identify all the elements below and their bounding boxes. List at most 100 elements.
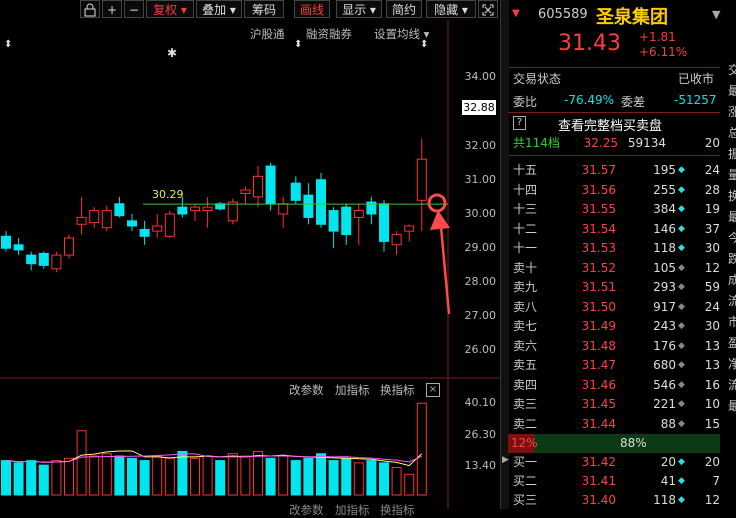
volume-bar[interactable]	[290, 460, 301, 496]
xianshi-dropdown[interactable]: 显示 ▾	[336, 0, 382, 18]
candle[interactable]	[51, 254, 62, 270]
ask-row[interactable]: 十五 31.57 195 ◆ 24	[508, 161, 720, 180]
zoom-in-button[interactable]: +	[102, 0, 122, 18]
volume-bar[interactable]	[240, 455, 251, 496]
fuquan-dropdown[interactable]: 复权 ▾	[146, 0, 194, 18]
yincang-dropdown[interactable]: 隐藏 ▾	[426, 0, 476, 18]
zoom-out-button[interactable]: −	[124, 0, 144, 18]
candle[interactable]	[101, 210, 112, 229]
volume-bar[interactable]	[265, 457, 276, 496]
arrow-down-icon[interactable]: ▼	[512, 8, 520, 19]
ask-row[interactable]: 卖三 31.45 221 ◆ 10	[508, 395, 720, 414]
ask-row[interactable]: 十一 31.53 118 ◆ 30	[508, 239, 720, 258]
candle[interactable]	[303, 194, 314, 218]
volume-bar[interactable]	[202, 455, 213, 496]
volume-bar[interactable]	[341, 457, 352, 496]
ask-row[interactable]: 十四 31.56 255 ◆ 28	[508, 181, 720, 200]
candle[interactable]	[13, 244, 24, 251]
volume-bar[interactable]	[76, 430, 87, 496]
ask-row[interactable]: 卖二 31.44 88 ◆ 15	[508, 415, 720, 434]
candle[interactable]	[89, 210, 100, 224]
candle[interactable]	[353, 210, 364, 218]
ask-row[interactable]: 卖七 31.49 243 ◆ 30	[508, 317, 720, 336]
volume-bar[interactable]	[404, 473, 415, 496]
candle[interactable]	[114, 203, 125, 217]
volume-bar[interactable]	[38, 464, 49, 496]
candle[interactable]	[190, 206, 200, 212]
volume-bar[interactable]	[101, 453, 112, 496]
ask-row[interactable]: 卖九 31.51 293 ◆ 59	[508, 278, 720, 297]
candle[interactable]	[265, 165, 276, 205]
candle[interactable]	[26, 254, 37, 265]
candle[interactable]	[76, 216, 87, 225]
candle[interactable]	[227, 201, 238, 222]
volume-bar[interactable]	[366, 460, 377, 496]
candle[interactable]	[253, 175, 263, 198]
ask-row[interactable]: 卖八 31.50 917 ◆ 24	[508, 298, 720, 317]
collapse-icon[interactable]	[478, 0, 498, 18]
candle[interactable]	[278, 203, 289, 215]
full-book-link[interactable]: 查看完整档买卖盘	[558, 115, 662, 134]
candle[interactable]	[416, 158, 427, 201]
lock-icon[interactable]	[80, 0, 100, 18]
volume-bar[interactable]	[177, 450, 188, 496]
jianyue-button[interactable]: 简约	[386, 0, 422, 18]
volume-bar[interactable]	[13, 462, 24, 496]
volume-bar[interactable]	[227, 453, 238, 496]
huaxian-button[interactable]: 画线	[294, 0, 330, 18]
candle[interactable]	[240, 189, 251, 194]
volume-bar[interactable]	[416, 402, 427, 496]
volume-bar[interactable]	[190, 457, 200, 496]
volume-bar[interactable]	[215, 460, 226, 496]
candle[interactable]	[341, 206, 352, 236]
bid-row[interactable]: 买三 31.40 118 ◆ 12	[508, 491, 720, 510]
candle[interactable]	[64, 237, 74, 256]
volume-bar[interactable]	[391, 466, 402, 496]
candle[interactable]	[316, 179, 326, 225]
candle[interactable]	[202, 206, 213, 212]
ask-row[interactable]: 卖六 31.48 176 ◆ 13	[508, 337, 720, 356]
ask-row[interactable]: 卖五 31.47 680 ◆ 13	[508, 356, 720, 375]
volume-bar[interactable]	[253, 450, 263, 496]
ask-row[interactable]: 卖四 31.46 546 ◆ 16	[508, 376, 720, 395]
volume-bar[interactable]	[127, 457, 137, 496]
ask-row[interactable]: 卖十 31.52 105 ◆ 12	[508, 259, 720, 278]
candle[interactable]	[290, 182, 301, 201]
volume-bar[interactable]	[164, 457, 175, 496]
candle[interactable]	[379, 203, 389, 242]
volume-bar[interactable]	[89, 455, 100, 496]
candle[interactable]	[152, 225, 163, 232]
candle[interactable]	[38, 252, 49, 266]
kline-chart[interactable]: 30.29 ⬍ ✱ ⬍ ⬍	[0, 20, 500, 509]
volume-bar[interactable]	[278, 455, 289, 496]
volume-bar[interactable]	[51, 460, 62, 496]
chouma-button[interactable]: 筹码	[244, 0, 284, 18]
bid-row[interactable]: 买二 31.41 41 ◆ 7	[508, 472, 720, 491]
volume-bar[interactable]	[64, 457, 74, 496]
volume-bar[interactable]	[114, 455, 125, 496]
arrow-down-icon[interactable]: ▼	[712, 8, 720, 21]
candle[interactable]	[127, 220, 137, 227]
volume-bar[interactable]	[316, 453, 326, 496]
candle[interactable]	[177, 206, 188, 215]
candle[interactable]	[139, 228, 150, 237]
volume-bar[interactable]	[139, 460, 150, 496]
ask-row[interactable]: 十二 31.54 146 ◆ 37	[508, 220, 720, 239]
volume-bar[interactable]	[303, 457, 314, 496]
volume-bar[interactable]	[353, 462, 364, 496]
candle[interactable]	[328, 210, 339, 232]
full-book-bar[interactable]: ? 查看完整档买卖盘	[508, 112, 720, 134]
volume-bar[interactable]	[1, 460, 11, 496]
candle[interactable]	[404, 225, 415, 232]
volume-bar[interactable]	[26, 460, 37, 496]
bid-row[interactable]: 买一 31.42 20 ◆ 20	[508, 453, 720, 472]
help-icon[interactable]: ?	[513, 116, 526, 130]
diejia-dropdown[interactable]: 叠加 ▾	[196, 0, 242, 18]
candle[interactable]	[1, 235, 11, 249]
volume-bar[interactable]	[328, 460, 339, 496]
candle[interactable]	[164, 213, 175, 237]
ask-row[interactable]: 十三 31.55 384 ◆ 19	[508, 200, 720, 219]
volume-bar[interactable]	[152, 455, 163, 496]
volume-bar[interactable]	[379, 462, 389, 496]
candle[interactable]	[391, 234, 402, 246]
